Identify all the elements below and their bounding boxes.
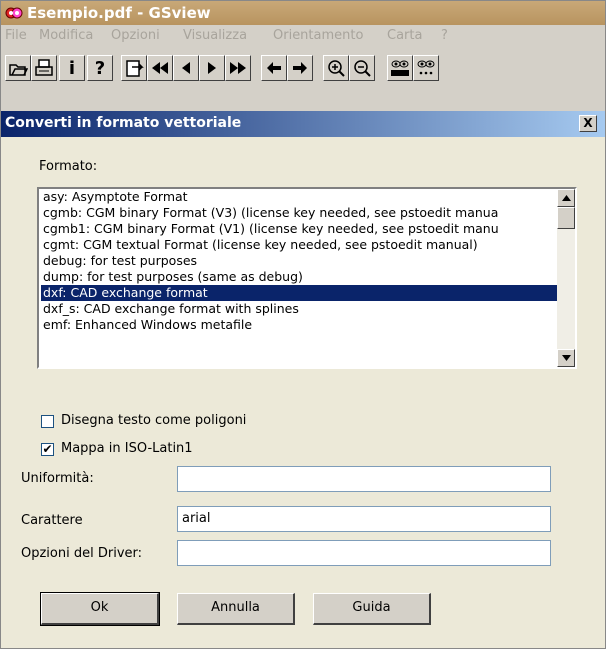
help-dialog-button[interactable]: Guida — [313, 593, 431, 625]
map-iso-latin1-checkbox[interactable]: ✔ — [41, 443, 54, 456]
app-window: Esempio.pdf - GSview File Modifica Opzio… — [0, 0, 606, 649]
list-item-selected[interactable]: dxf: CAD exchange format — [41, 285, 559, 301]
list-item[interactable]: cgmt: CGM textual Format (license key ne… — [41, 237, 559, 253]
scroll-up-icon — [561, 195, 571, 201]
back-button[interactable] — [261, 55, 287, 81]
font-label: Carattere — [21, 513, 83, 528]
list-scrollbar[interactable] — [557, 189, 575, 367]
list-item[interactable]: dxf_s: CAD exchange format with splines — [41, 301, 559, 317]
ok-button[interactable]: Ok — [40, 592, 160, 626]
find-button[interactable] — [413, 55, 439, 81]
zoom-in-icon — [328, 60, 345, 77]
prev-page-button[interactable] — [173, 55, 199, 81]
next-page-button[interactable] — [199, 55, 225, 81]
goto-page-button[interactable] — [121, 55, 147, 81]
last-page-icon — [230, 62, 246, 74]
goto-page-icon — [126, 60, 144, 77]
close-icon: X — [583, 116, 593, 130]
draw-text-polygons-checkbox[interactable] — [41, 415, 54, 428]
format-label: Formato: — [39, 159, 98, 174]
menu-opzioni[interactable]: Opzioni — [111, 28, 160, 43]
scroll-thumb[interactable] — [557, 207, 575, 229]
list-item[interactable]: emf: Enhanced Windows metafile — [41, 317, 559, 333]
list-item[interactable]: asy: Asymptote Format — [41, 189, 559, 205]
flatness-label: Uniformità: — [21, 471, 94, 486]
next-page-icon — [208, 62, 216, 74]
driver-options-label: Opzioni del Driver: — [21, 546, 143, 561]
menu-bar: File Modifica Opzioni Visualizza Orienta… — [1, 25, 605, 47]
format-list[interactable]: asy: Asymptote Format cgmb: CGM binary F… — [37, 187, 577, 369]
print-button[interactable] — [31, 55, 57, 81]
gsview-app-icon — [5, 7, 23, 19]
cancel-button[interactable]: Annulla — [177, 593, 295, 625]
forward-button[interactable] — [287, 55, 313, 81]
first-page-icon — [152, 62, 168, 74]
print-icon — [35, 59, 53, 76]
find-icon — [417, 60, 435, 75]
open-icon — [9, 64, 28, 76]
first-page-button[interactable] — [147, 55, 173, 81]
zoom-in-button[interactable] — [323, 55, 349, 81]
list-item[interactable]: cgmb1: CGM binary Format (V1) (license k… — [41, 221, 559, 237]
help-icon: ? — [94, 57, 106, 79]
driver-options-field[interactable] — [177, 540, 551, 566]
menu-carta[interactable]: Carta — [387, 28, 422, 43]
menu-modifica[interactable]: Modifica — [39, 28, 93, 43]
info-button[interactable]: i — [59, 55, 85, 81]
toolbar: i ? — [1, 47, 605, 85]
open-button[interactable] — [5, 55, 31, 81]
map-iso-latin1-label: Mappa in ISO-Latin1 — [61, 441, 193, 456]
last-page-button[interactable] — [225, 55, 251, 81]
list-item[interactable]: debug: for test purposes — [41, 253, 559, 269]
help-button[interactable]: ? — [87, 55, 113, 81]
menu-help[interactable]: ? — [441, 28, 448, 43]
forward-icon — [293, 62, 307, 74]
flatness-field[interactable] — [177, 466, 551, 492]
list-item[interactable]: cgmb: CGM binary Format (V3) (license ke… — [41, 205, 559, 221]
menu-visualizza[interactable]: Visualizza — [183, 28, 247, 43]
dialog-title: Converti in formato vettoriale — [5, 115, 242, 131]
dialog-title-bar[interactable]: Converti in formato vettoriale X — [1, 111, 605, 137]
text-extract-icon — [391, 60, 409, 76]
back-icon — [267, 62, 281, 74]
list-item[interactable]: dump: for test purposes (same as debug) — [41, 269, 559, 285]
window-title: Esempio.pdf - GSview — [27, 4, 211, 22]
menu-orientamento[interactable]: Orientamento — [273, 28, 363, 43]
prev-page-icon — [182, 62, 190, 74]
close-button[interactable]: X — [579, 115, 597, 132]
text-extract-button[interactable] — [387, 55, 413, 81]
menu-file[interactable]: File — [5, 28, 27, 43]
window-title-bar[interactable]: Esempio.pdf - GSview — [1, 1, 605, 25]
scroll-down-icon — [561, 355, 571, 361]
font-field[interactable]: arial — [177, 506, 551, 532]
info-icon: i — [68, 57, 76, 79]
zoom-out-button[interactable] — [349, 55, 375, 81]
zoom-out-icon — [354, 60, 371, 77]
scroll-down-button[interactable] — [557, 349, 575, 367]
draw-text-polygons-label: Disegna testo come poligoni — [61, 413, 247, 428]
scroll-up-button[interactable] — [557, 189, 575, 207]
